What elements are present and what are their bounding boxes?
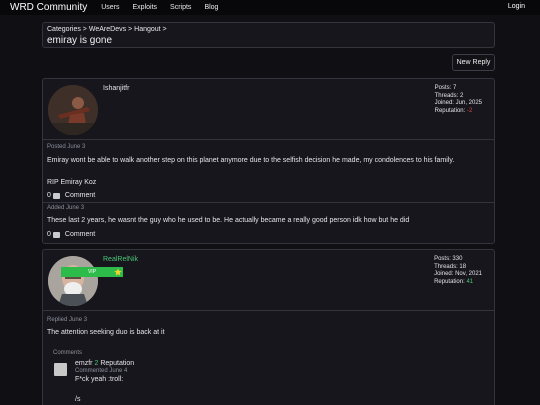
stat-threads: Threads: 18 <box>434 263 467 270</box>
reputation-label: Reputation: <box>434 107 466 114</box>
reputation-value: -2 <box>467 107 473 114</box>
post-header: Ishanjitfr Posts: 7 Threads: 2 Joined: J… <box>43 79 494 140</box>
stat-reputation: Reputation: -2 <box>435 108 482 116</box>
stat-threads: Threads: 2 <box>434 92 464 99</box>
top-navbar: WRD Community Users Exploits Scripts Blo… <box>0 0 540 15</box>
star-icon <box>114 268 122 276</box>
breadcrumb-hangout[interactable]: Hangout > <box>134 26 167 33</box>
divider <box>43 202 494 203</box>
nav-link-scripts[interactable]: Scripts <box>170 4 191 11</box>
vip-badge: VIP <box>61 267 123 277</box>
author-stats: Posts: 330 Threads: 18 Joined: Nov, 2021… <box>434 256 482 286</box>
comment-reputation-label: Reputation <box>100 360 135 367</box>
vip-label: VIP <box>87 269 97 275</box>
comment-button[interactable]: Comment <box>65 192 95 199</box>
breadcrumb-wearedevs[interactable]: WeAreDevs > <box>89 26 132 33</box>
thread-title: emiray is gone <box>47 35 113 46</box>
added-body: These last 2 years, he wasnt the guy who… <box>47 217 410 224</box>
nav-link-exploits[interactable]: Exploits <box>133 4 158 11</box>
added-actions: 0 Comment <box>47 231 95 238</box>
comments-heading: Comments <box>53 350 83 356</box>
comment-text: F*ck yeah :troll: <box>75 376 124 383</box>
post-body: Emiray wont be able to walk another step… <box>47 157 455 164</box>
author-stats: Posts: 7 Threads: 2 Joined: Jun, 2025 Re… <box>435 85 482 115</box>
post-author[interactable]: Ishanjitfr <box>103 85 129 92</box>
comment-text-line: /s <box>75 396 81 403</box>
comment-date: Commented June 4 <box>75 368 128 374</box>
stat-reputation: Reputation: 41 <box>434 279 482 287</box>
like-count: 0 <box>47 231 51 238</box>
post-card: Ishanjitfr Posts: 7 Threads: 2 Joined: J… <box>42 78 495 244</box>
comment-author[interactable]: emzfr <box>75 360 93 367</box>
post-date: Posted June 3 <box>47 144 86 150</box>
stat-posts: Posts: 7 <box>434 85 457 91</box>
reply-date: Replied June 3 <box>47 317 88 323</box>
added-date: Added June 3 <box>47 205 85 211</box>
post-body: The attention seeking duo is back at it <box>47 329 165 336</box>
post-author[interactable]: RealRelNik <box>103 256 138 263</box>
post-body-line: RIP Emiray Koz <box>47 179 97 186</box>
thumbs-up-icon[interactable] <box>52 231 60 238</box>
breadcrumb-categories[interactable]: Categories > <box>47 26 87 33</box>
comment-header: emzfr 2 Reputation <box>75 360 134 367</box>
reputation-label: Reputation: <box>434 278 465 285</box>
stat-posts: Posts: 330 <box>434 256 463 262</box>
thumbs-up-icon[interactable] <box>52 192 60 199</box>
comment-button[interactable]: Comment <box>65 231 95 238</box>
site-brand[interactable]: WRD Community <box>10 2 87 13</box>
stat-joined: Joined: Jun, 2025 <box>434 100 482 106</box>
nav-link-blog[interactable]: Blog <box>204 4 218 11</box>
post-header: RealRelNik Posts: 330 Threads: 18 Joined… <box>43 250 494 311</box>
reputation-value: 41 <box>466 278 474 285</box>
avatar[interactable] <box>48 85 98 135</box>
breadcrumb: Categories > WeAreDevs > Hangout > <box>47 26 169 33</box>
login-link[interactable]: Login <box>508 3 525 10</box>
nav-link-users[interactable]: Users <box>101 4 119 11</box>
thread-title-card: Categories > WeAreDevs > Hangout > emiray … <box>42 22 495 48</box>
post-actions: 0 Comment <box>47 192 95 199</box>
like-count: 0 <box>47 192 51 199</box>
avatar[interactable] <box>54 363 67 376</box>
new-reply-button[interactable]: New Reply <box>452 54 495 71</box>
avatar[interactable] <box>48 256 98 306</box>
comment-author-reputation: 2 <box>94 360 99 367</box>
stat-joined: Joined: Nov, 2021 <box>434 271 482 277</box>
